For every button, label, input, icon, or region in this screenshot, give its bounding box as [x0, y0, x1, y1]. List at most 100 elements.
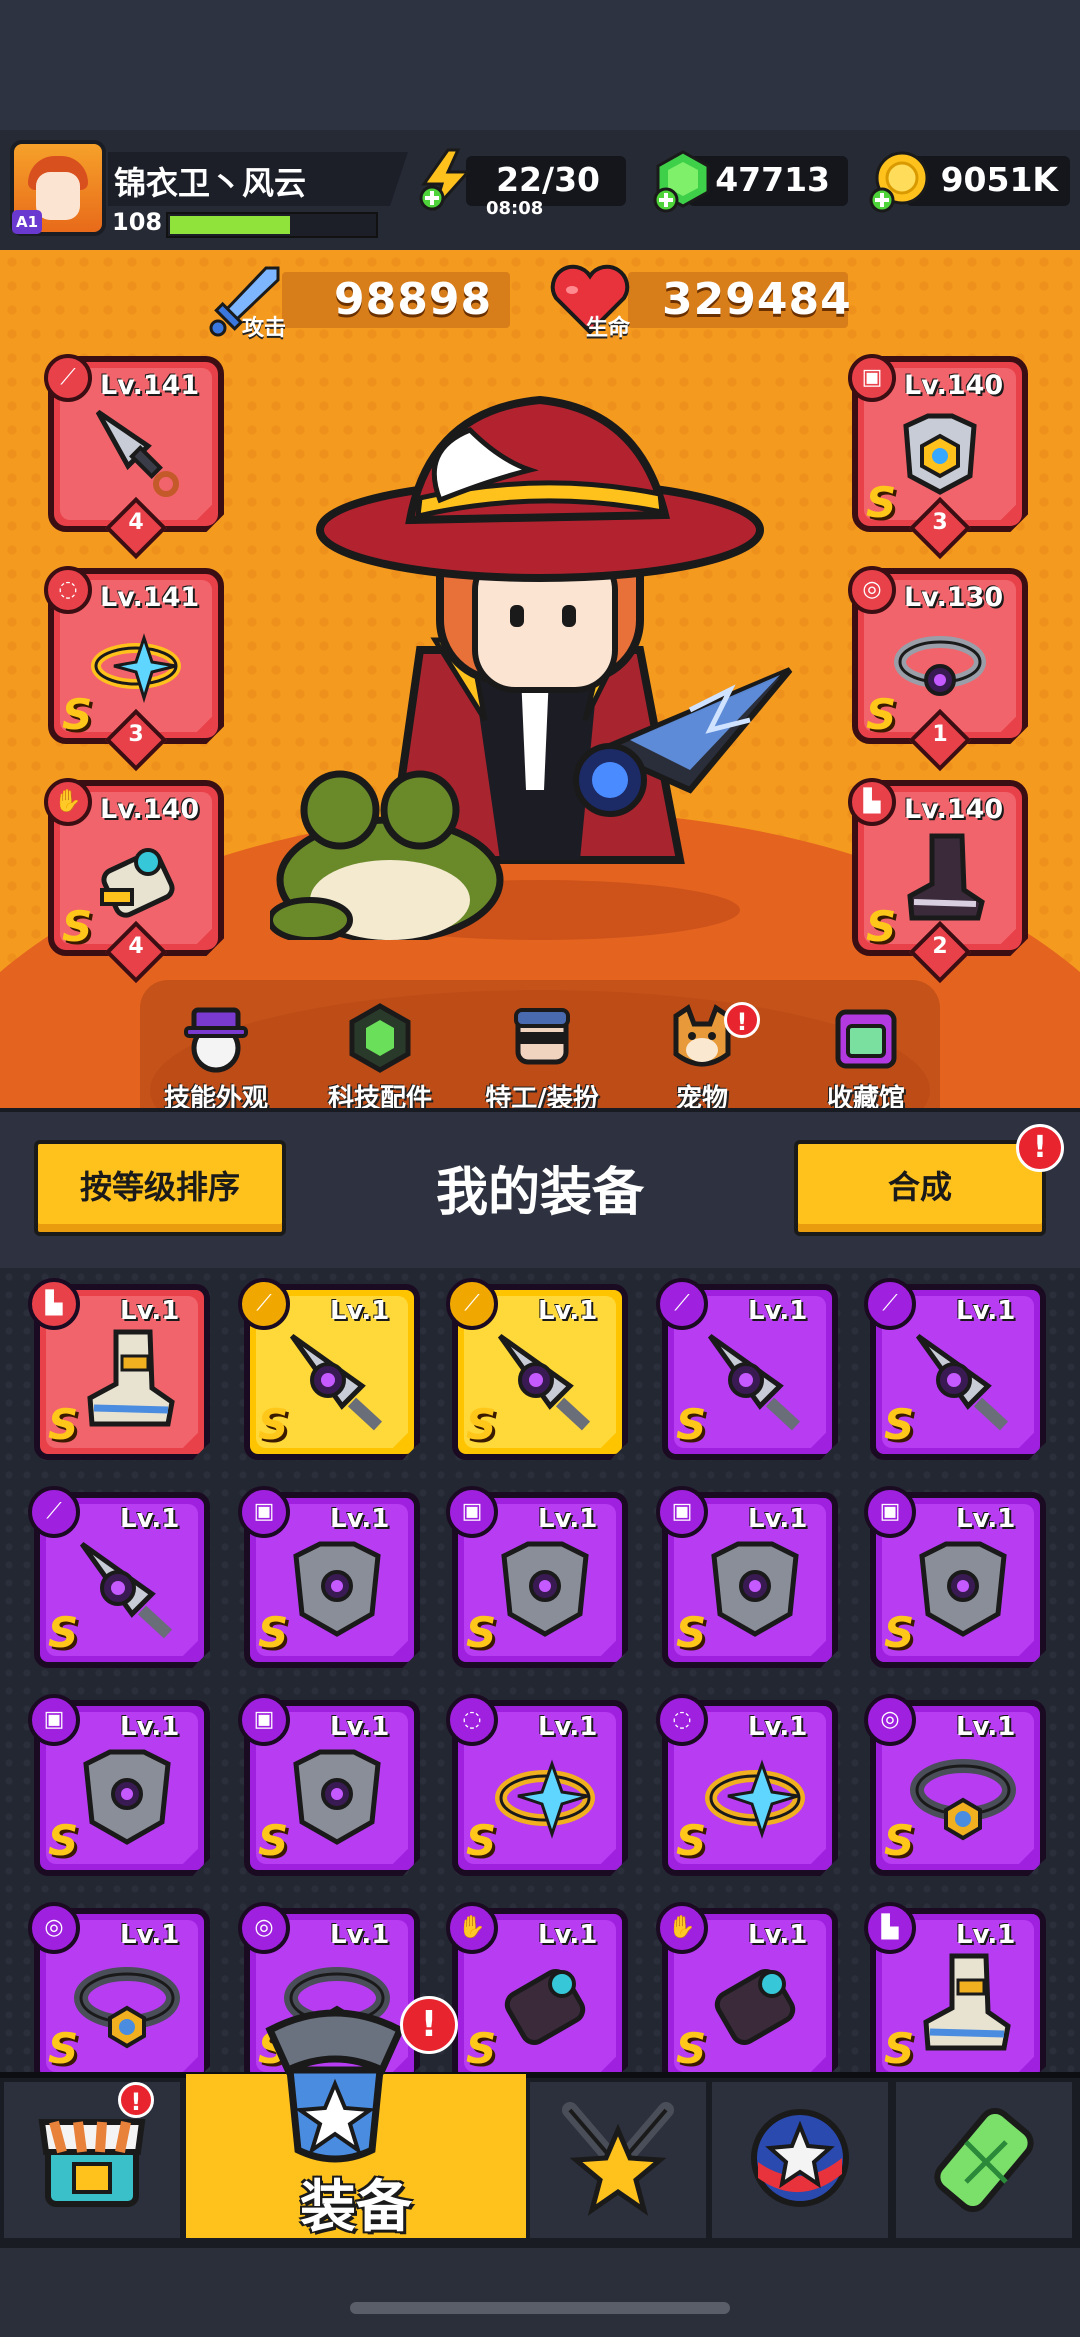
inventory-item-armor[interactable]: ▣ Lv.1 S	[656, 1486, 838, 1668]
inventory-item-armor[interactable]: ▣ Lv.1 S	[238, 1694, 420, 1876]
lab-tab[interactable]	[896, 2082, 1072, 2238]
armor-slot-icon: ▣	[28, 1694, 80, 1746]
slot-grade: S	[866, 690, 897, 739]
inventory-item-belt[interactable]: ◎ Lv.1 S	[28, 1902, 210, 2078]
item-grade: S	[48, 1608, 79, 1657]
rank-badge: A1	[12, 210, 42, 234]
battle-tab[interactable]	[530, 2082, 706, 2238]
equip-slot-belt[interactable]: ◎ Lv.130 S 1	[848, 566, 1028, 772]
inventory-item-weapon[interactable]: ⟋ Lv.1 S	[238, 1278, 420, 1460]
slot-grade: S	[62, 902, 93, 951]
item-grade: S	[258, 1400, 289, 1449]
equipment-tab-label: 装备	[300, 2175, 412, 2240]
equip-slot-boots[interactable]: ▙ Lv.140 S 2	[848, 778, 1028, 984]
boot-icon	[907, 833, 985, 921]
item-grade: S	[676, 1400, 707, 1449]
star-orb-icon	[751, 2109, 849, 2207]
item-level: Lv.1	[538, 1296, 598, 1326]
merge-alert-badge: !	[1016, 1124, 1064, 1172]
inventory-item-armor[interactable]: ▣ Lv.1 S	[28, 1694, 210, 1876]
item-grade: S	[676, 1608, 707, 1657]
item-level: Lv.1	[748, 1920, 808, 1950]
armor-icon	[293, 1541, 381, 1637]
item-level: Lv.1	[748, 1504, 808, 1534]
pet-frog[interactable]	[270, 760, 510, 940]
inventory-item-weapon[interactable]: ⟋ Lv.1 S	[28, 1486, 210, 1668]
weapon-icon	[79, 1541, 173, 1639]
inventory-item-gloves[interactable]: ✋ Lv.1 S	[656, 1902, 838, 2078]
subnav-skill-skin[interactable]: 技能外观	[146, 1002, 286, 1115]
merge-button[interactable]: 合成	[794, 1140, 1046, 1236]
inventory-item-armor[interactable]: ▣ Lv.1 S	[864, 1486, 1046, 1668]
slot-stars: 1	[932, 722, 948, 747]
item-grade: S	[466, 1608, 497, 1657]
inventory-item-weapon[interactable]: ⟋ Lv.1 S	[864, 1278, 1046, 1460]
collection-icon	[835, 1009, 897, 1069]
ring-slot-icon: ◌	[446, 1694, 498, 1746]
equip-slot-ring[interactable]: ◌ Lv.141 S 3	[44, 566, 224, 772]
skill-skin-icon	[184, 1007, 248, 1073]
energy-timer: 08:08	[486, 198, 544, 219]
inventory-item-armor[interactable]: ▣ Lv.1 S	[238, 1486, 420, 1668]
item-level: Lv.1	[748, 1712, 808, 1742]
item-grade: S	[258, 1816, 289, 1865]
armor-slot-icon: ▣	[446, 1486, 498, 1538]
subnav-tech-parts[interactable]: 科技配件	[310, 1002, 450, 1115]
inventory-item-boots[interactable]: ▙ Lv.1 S	[864, 1902, 1046, 2078]
shop-tab[interactable]	[4, 2082, 180, 2238]
energy-value: 22/30	[496, 160, 600, 199]
subnav-collection[interactable]: 收藏馆	[796, 1002, 936, 1115]
inventory-item-ring[interactable]: ◌ Lv.1 S	[446, 1694, 628, 1876]
item-level: Lv.1	[120, 1920, 180, 1950]
equip-slot-weapon[interactable]: ⟋ Lv.141 4	[44, 354, 224, 560]
item-grade: S	[466, 2024, 497, 2073]
item-level: Lv.1	[538, 1504, 598, 1534]
ring-slot-icon: ◌	[656, 1694, 708, 1746]
slot-stars: 4	[128, 510, 144, 535]
armor-icon	[293, 1749, 381, 1845]
attack-value: 98898	[334, 274, 493, 325]
item-grade: S	[48, 1400, 79, 1449]
inventory-item-weapon[interactable]: ⟋ Lv.1 S	[446, 1278, 628, 1460]
inventory-item-ring[interactable]: ◌ Lv.1 S	[656, 1694, 838, 1876]
armor-slot-icon: ▣	[848, 354, 896, 402]
gem-value: 47713	[715, 160, 830, 199]
inventory-item-belt[interactable]: ◎ Lv.1 S	[864, 1694, 1046, 1876]
inventory-item-weapon[interactable]: ⟋ Lv.1 S	[656, 1278, 838, 1460]
armor-icon	[903, 413, 977, 495]
slot-level: Lv.140	[904, 370, 1004, 401]
equip-slot-armor[interactable]: ▣ Lv.140 S 3	[848, 354, 1028, 560]
item-level: Lv.1	[330, 1296, 390, 1326]
inventory-item-boots[interactable]: ▙ Lv.1 S	[28, 1278, 210, 1460]
belt-slot-icon: ◎	[28, 1902, 80, 1954]
section-title: 我的装备	[435, 1163, 644, 1223]
gauntlet-icon	[100, 848, 175, 918]
events-tab[interactable]	[712, 2082, 888, 2238]
weapon-icon	[497, 1333, 591, 1431]
inventory-item-gloves[interactable]: ✋ Lv.1 S	[446, 1902, 628, 2078]
slot-level: Lv.140	[904, 794, 1004, 825]
slot-grade: S	[866, 478, 897, 527]
inventory-grid[interactable]: ▙ Lv.1 S ⟋ Lv.1 S ⟋ Lv.1 S ⟋ Lv.1 S ⟋ Lv.1 S ⟋ Lv.1 S ▣ Lv.…	[0, 1268, 1080, 2078]
home-indicator[interactable]	[350, 2302, 730, 2314]
item-grade: S	[48, 1816, 79, 1865]
slot-grade: S	[62, 690, 93, 739]
sort-by-level-button[interactable]: 按等级排序	[34, 1140, 286, 1236]
equip-slot-gloves[interactable]: ✋ Lv.140 S 4	[44, 778, 224, 984]
tech-parts-icon	[349, 1003, 411, 1073]
equipment-icon	[265, 2009, 405, 2163]
xp-bar-fill	[170, 216, 290, 234]
armor-slot-icon: ▣	[864, 1486, 916, 1538]
slot-level: Lv.140	[100, 794, 200, 825]
subnav-agent-outfit[interactable]: 特工/装扮	[472, 1002, 612, 1115]
weapon-slot-icon: ⟋	[44, 354, 92, 402]
item-level: Lv.1	[538, 1712, 598, 1742]
gloves-slot-icon: ✋	[446, 1902, 498, 1954]
item-level: Lv.1	[956, 1920, 1016, 1950]
inventory-item-armor[interactable]: ▣ Lv.1 S	[446, 1486, 628, 1668]
item-level: Lv.1	[956, 1504, 1016, 1534]
item-level: Lv.1	[538, 1920, 598, 1950]
boots-slot-icon: ▙	[848, 778, 896, 826]
weapon-icon	[289, 1333, 383, 1431]
weapon-icon	[915, 1333, 1009, 1431]
